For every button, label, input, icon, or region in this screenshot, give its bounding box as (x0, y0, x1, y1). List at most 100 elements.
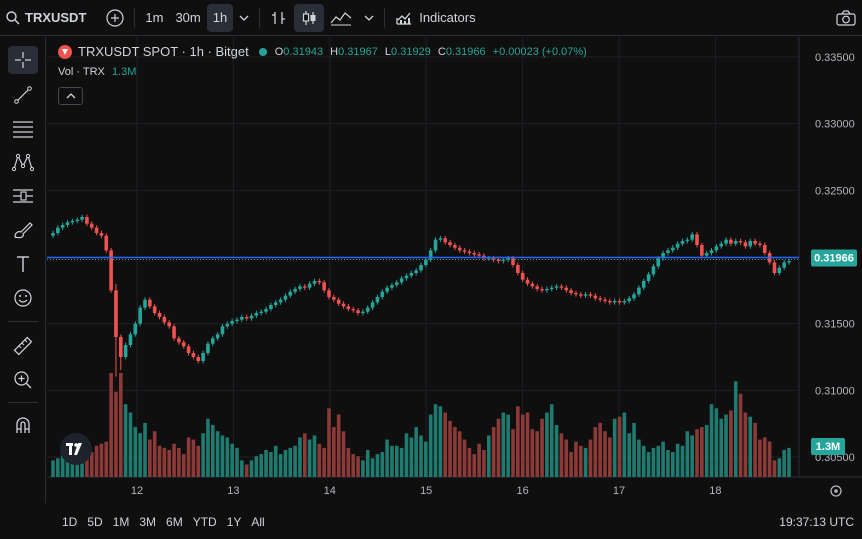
divider (384, 7, 386, 28)
volume-bar (569, 452, 573, 477)
volume-bar (404, 433, 409, 477)
volume-bar (564, 439, 569, 477)
tradingview-logo[interactable] (60, 433, 92, 465)
candle-body (520, 273, 525, 280)
range-1d[interactable]: 1D (57, 515, 82, 529)
volume-bar (714, 408, 719, 477)
candle-body (399, 278, 404, 283)
chart-pane[interactable]: 0.335000.330000.325000.320000.315000.310… (47, 37, 862, 503)
volume-bar (336, 414, 341, 477)
measure-tool[interactable] (8, 332, 38, 360)
magnet-tool[interactable] (8, 411, 38, 439)
volume-bar (695, 429, 699, 477)
interval-dropdown[interactable] (233, 4, 255, 32)
interval-1m[interactable]: 1m (139, 4, 169, 32)
range-3m[interactable]: 3M (134, 515, 161, 529)
range-6m[interactable]: 6M (161, 515, 188, 529)
forecast-icon (13, 189, 33, 203)
candle-body (685, 239, 690, 241)
pattern-tool[interactable] (8, 148, 38, 176)
bar-style-button[interactable] (264, 4, 294, 32)
price-chart[interactable]: 0.335000.330000.325000.320000.315000.310… (47, 37, 862, 503)
candle-body (530, 283, 535, 287)
volume-bar (341, 431, 346, 477)
area-style-button[interactable] (324, 4, 358, 32)
forecasting-tool[interactable] (8, 182, 38, 210)
chevron-down-icon (364, 15, 374, 21)
volume-bar (254, 456, 259, 477)
volume-bar (298, 437, 302, 477)
candle-body (220, 326, 225, 335)
volume-bar (680, 445, 685, 477)
candles-style-button[interactable] (294, 3, 325, 32)
candle-body (332, 297, 336, 300)
range-1y[interactable]: 1Y (222, 515, 247, 529)
candle-body (733, 241, 738, 244)
interval-30m[interactable]: 30m (169, 4, 206, 32)
volume-bar (486, 435, 491, 477)
candle-body (283, 295, 288, 300)
volume-bar (332, 427, 336, 477)
volume-bar (632, 422, 636, 477)
volume-bar (322, 447, 326, 477)
candle-body (264, 309, 268, 312)
volume-bar (593, 427, 598, 477)
utc-clock[interactable]: 19:37:13 UTC (779, 515, 854, 529)
area-chart-icon (330, 11, 352, 25)
candle-body (724, 239, 728, 244)
candle-body (85, 217, 89, 224)
volume-bar (235, 447, 239, 477)
symbol-name: TRXUSDT (25, 10, 87, 25)
candle-body (201, 353, 205, 361)
range-all[interactable]: All (246, 515, 269, 529)
range-5d[interactable]: 5D (82, 515, 107, 529)
volume-label: 1.3M (816, 441, 840, 453)
candle-body (118, 337, 123, 357)
text-tool[interactable] (8, 250, 38, 278)
candle-body (128, 334, 133, 345)
candle-body (302, 286, 307, 288)
candle-body (748, 241, 753, 247)
volume-bar (641, 445, 646, 477)
snapshot-button[interactable] (830, 4, 862, 32)
collapse-legend-button[interactable] (58, 87, 83, 105)
candle-body (516, 265, 520, 273)
candle-body (787, 261, 791, 263)
zoom-in-tool[interactable] (8, 366, 38, 394)
candle-body (709, 250, 714, 253)
volume-bar (162, 447, 167, 477)
candle-body (704, 253, 709, 256)
candle-body (433, 239, 438, 251)
candle-body (675, 243, 680, 248)
candle-body (225, 323, 230, 327)
candle-body (293, 289, 297, 292)
crosshair-tool[interactable] (8, 46, 38, 74)
candle-body (196, 357, 201, 361)
range-1m[interactable]: 1M (108, 515, 135, 529)
volume-bar (443, 412, 448, 477)
chevron-down-icon (239, 15, 249, 21)
candle-body (743, 242, 748, 247)
candle-body (564, 287, 569, 291)
compare-add-button[interactable] (100, 4, 130, 32)
volume-bar (583, 447, 588, 477)
fib-retracement-tool[interactable] (8, 115, 38, 143)
indicators-button[interactable]: Indicators (389, 4, 481, 32)
candle-body (370, 302, 375, 308)
volume-bar (399, 447, 404, 477)
candle-body (511, 258, 515, 265)
range-ytd[interactable]: YTD (188, 515, 222, 529)
volume-bar (240, 460, 244, 477)
interval-1h[interactable]: 1h (206, 3, 234, 32)
symbol-search[interactable]: TRXUSDT (0, 4, 92, 32)
chart-type-dropdown[interactable] (358, 4, 380, 32)
icon-tool[interactable] (8, 284, 38, 312)
brush-tool[interactable] (8, 216, 38, 244)
candle-body (588, 294, 593, 296)
volume-bar (651, 447, 656, 477)
volume-bar (772, 460, 777, 477)
volume-bar (365, 449, 370, 477)
trend-line-tool[interactable] (8, 81, 38, 109)
volume-bar (390, 445, 394, 477)
candle-body (651, 266, 656, 275)
